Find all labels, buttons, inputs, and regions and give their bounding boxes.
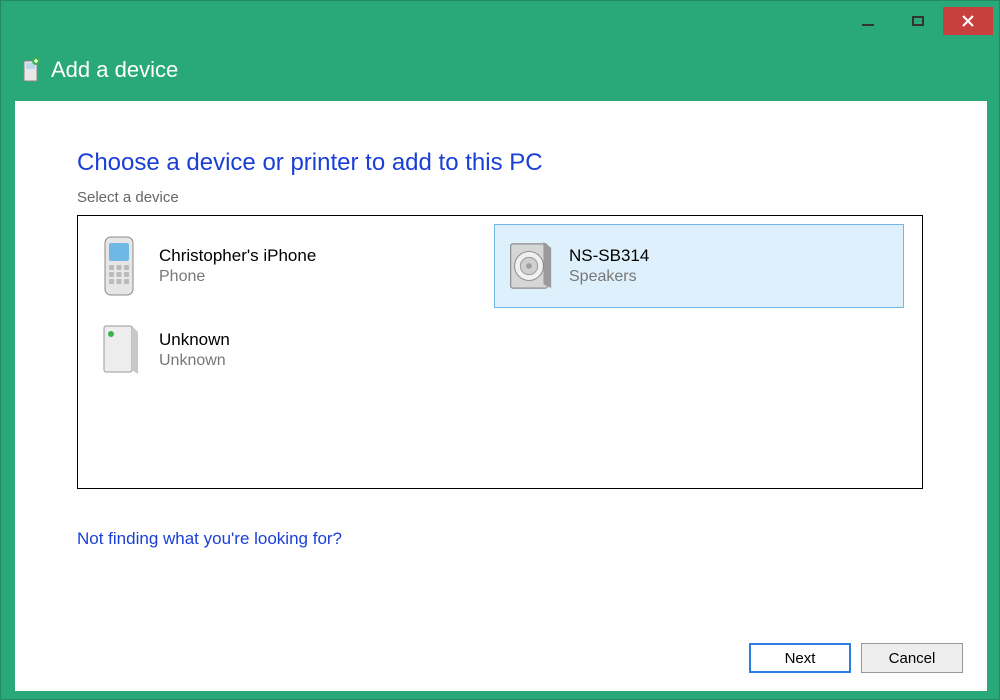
device-name: NS-SB314 [569,246,649,266]
device-text: Unknown Unknown [159,330,230,370]
next-button[interactable]: Next [749,643,851,673]
device-name: Unknown [159,330,230,350]
content-panel: Choose a device or printer to add to thi… [15,101,987,691]
device-text: NS-SB314 Speakers [569,246,649,286]
window-frame: Add a device Choose a device or printer … [0,0,1000,700]
page-heading: Choose a device or printer to add to thi… [77,149,543,177]
close-icon [961,14,975,28]
device-list: Christopher's iPhone Phone NS-SB314 Speaker… [77,215,923,489]
device-item[interactable]: Unknown Unknown [84,308,494,392]
device-item[interactable]: Christopher's iPhone Phone [84,224,494,308]
page-subheading: Select a device [77,189,179,206]
device-type: Phone [159,268,316,286]
titlebar [7,7,993,39]
wizard-header: Add a device [21,57,178,83]
device-name: Christopher's iPhone [159,246,316,266]
device-text: Christopher's iPhone Phone [159,246,316,286]
phone-icon [93,234,145,298]
cancel-button[interactable]: Cancel [861,643,963,673]
maximize-icon [912,16,924,26]
device-type: Unknown [159,352,230,370]
generic-icon [93,318,145,382]
minimize-icon [862,24,874,26]
speaker-icon [503,234,555,298]
device-type: Speakers [569,268,649,286]
wizard-footer: Next Cancel [749,643,963,673]
window-controls [843,7,993,35]
maximize-button[interactable] [893,7,943,35]
add-device-icon [21,57,41,83]
device-item[interactable]: NS-SB314 Speakers [494,224,904,308]
close-button[interactable] [943,7,993,35]
minimize-button[interactable] [843,7,893,35]
window-title: Add a device [51,57,178,83]
help-link[interactable]: Not finding what you're looking for? [77,529,342,549]
